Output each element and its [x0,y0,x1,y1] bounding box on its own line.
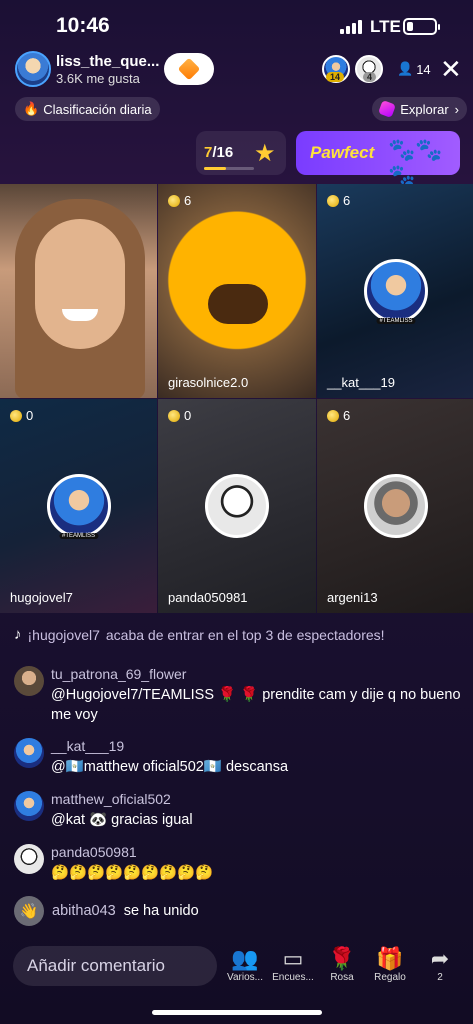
share-button[interactable]: ➦ 2 [418,946,462,983]
coin-icon [10,409,22,422]
share-icon: ➦ [430,946,450,971]
coin-icon [168,409,180,422]
gift-icon: 🎁 [376,946,404,971]
guest-tile[interactable]: 0 panda050981 [158,399,316,613]
viewer-rank-badge: 14 [326,72,345,82]
guest-avatar: #TEAMLISS [46,474,111,539]
chevron-right-icon: › [454,101,459,117]
coin-icon [327,409,339,422]
avatar[interactable] [14,738,44,768]
daily-ranking-button[interactable]: 🔥 Clasificación diaria [15,97,160,121]
diamond-icon [177,57,201,81]
coin-count: 6 [168,193,191,208]
goal-progress-text: 7/16 [204,144,234,161]
guest-tile[interactable]: 0 #TEAMLISS hugojovel7 [0,399,157,613]
battery-icon [403,18,440,35]
goal-progress-bar [204,167,254,170]
multi-guest-button[interactable]: 👥 Varios... [223,946,267,983]
people-icon: 👥 [231,946,259,971]
host-likes: 3.6K me gusta [56,71,140,86]
guest-tile[interactable]: 6 girasolnice2.0 [158,184,316,398]
network-label: LTE [370,17,401,36]
guest-name: hugojovel7 [10,590,73,605]
guest-avatar: #TEAMLISS [364,259,428,324]
status-bar: 10:46 LTE [0,0,473,50]
pawfect-banner[interactable]: Pawfect 🐾🐾🐾 [296,131,460,188]
avatar[interactable] [14,666,44,696]
host-avatar[interactable] [15,51,51,87]
guest-tile-host[interactable] [0,184,157,398]
guest-tile[interactable]: 6 #TEAMLISS __kat___19 [317,184,473,398]
avatar[interactable] [14,844,44,874]
guest-grid: 6 girasolnice2.0 6 #TEAMLISS __kat___19 … [0,184,473,613]
poll-icon: ▭ [282,946,304,971]
tiktok-icon: ♪ [14,626,22,643]
guest-name: argeni13 [327,590,378,605]
avatar[interactable] [14,791,44,821]
poll-button[interactable]: ▭ Encues... [271,946,315,983]
system-message: ♪ ¡hugojovel7 acaba de entrar en el top … [14,626,385,643]
coin-icon [168,194,180,207]
guest-avatar [205,474,269,538]
comment-input[interactable]: Añadir comentario [13,946,217,986]
guest-name: __kat___19 [327,375,395,390]
coin-count: 6 [327,408,350,423]
flame-icon: 🔥 [23,101,40,116]
paws-icon: 🐾🐾🐾 [388,137,443,188]
explore-button[interactable]: Explorar › [372,97,467,121]
guest-name: girasolnice2.0 [168,375,249,390]
guest-avatar [364,474,428,538]
close-icon[interactable]: ✕ [440,56,462,82]
home-indicator[interactable] [152,1010,322,1015]
coin-count: 0 [10,408,33,423]
coin-count: 0 [168,408,191,423]
signal-icon [340,20,362,34]
guest-tile[interactable]: 6 argeni13 [317,399,473,613]
goal-progress[interactable]: 7/16 ★ [196,131,286,175]
wave-hand-icon: 👋 [14,896,44,926]
follow-button[interactable] [164,53,214,85]
star-icon: ★ [254,140,276,167]
gift-button[interactable]: 🎁 Regalo [368,946,412,983]
clock: 10:46 [56,14,110,37]
viewer-rank-badge: 4 [363,72,377,82]
person-icon: 👤 [397,61,414,76]
coin-count: 6 [327,193,350,208]
rose-gift-button[interactable]: 🌹 Rosa [320,946,364,983]
gem-icon [378,100,397,118]
viewer-count[interactable]: 👤 14 [397,61,431,77]
coin-icon [327,194,339,207]
guest-name: panda050981 [168,590,248,605]
host-name[interactable]: liss_the_que... [56,53,159,70]
join-message: 👋 abitha043 se ha unido [14,896,199,926]
rose-icon: 🌹 [328,946,356,971]
